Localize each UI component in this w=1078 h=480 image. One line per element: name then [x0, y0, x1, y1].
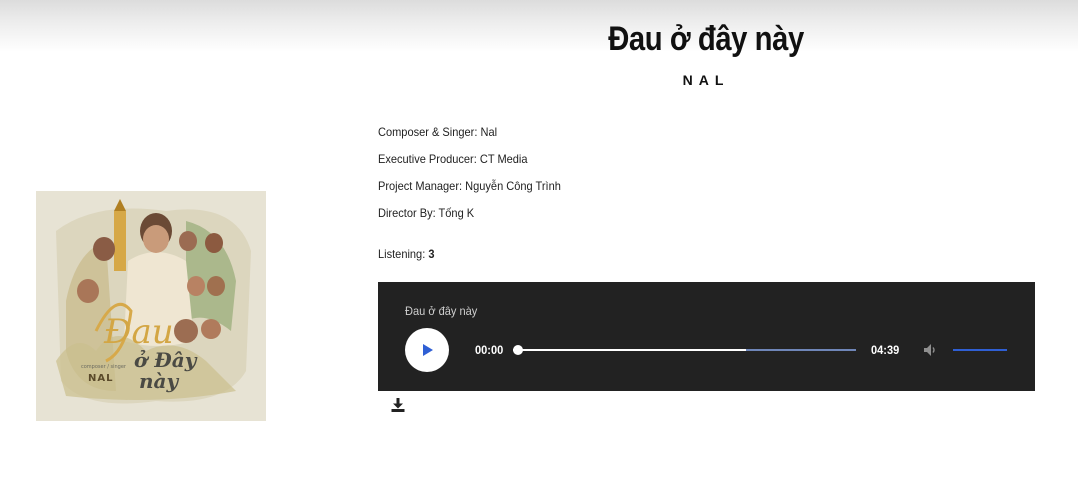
play-button[interactable] — [405, 328, 449, 372]
song-info: Composer & Singer: Nal Executive Produce… — [378, 124, 577, 232]
artist-name: NAL — [682, 72, 730, 88]
play-icon — [423, 344, 433, 356]
info-composer: Composer & Singer: Nal — [378, 124, 561, 151]
duration-time: 04:39 — [871, 343, 900, 357]
info-producer-label: Executive Producer: — [378, 152, 477, 166]
info-project-manager-value: Nguyễn Công Trình — [465, 179, 561, 193]
info-producer-value: CT Media — [479, 152, 528, 166]
info-director: Director By: Tống K — [378, 205, 561, 232]
seek-buffered — [746, 349, 856, 351]
listening-count: Listening: 3 — [378, 247, 434, 261]
download-icon — [391, 398, 405, 412]
seek-handle[interactable] — [513, 345, 523, 355]
info-project-manager-label: Project Manager: — [378, 179, 463, 193]
info-composer-value: Nal — [480, 125, 498, 139]
cover-credit: composer / singer — [81, 364, 127, 370]
info-composer-label: Composer & Singer: — [378, 125, 478, 139]
download-button[interactable] — [390, 397, 406, 413]
song-title: Đau ở đây này — [608, 20, 804, 58]
player-track-title: Đau ở đây này — [405, 304, 478, 318]
info-director-label: Director By: — [378, 206, 436, 220]
volume-level — [953, 349, 1007, 351]
info-project-manager: Project Manager: Nguyễn Công Trình — [378, 178, 561, 205]
speaker-icon — [924, 344, 935, 356]
album-cover: Đau ở Đây này composer / singer NAL — [36, 191, 266, 421]
audio-player: Đau ở đây này 00:00 04:39 — [378, 282, 1035, 391]
current-time: 00:00 — [475, 343, 504, 357]
album-cover-art: Đau ở Đây này composer / singer NAL — [36, 191, 266, 421]
info-director-value: Tống K — [438, 206, 475, 220]
seek-bar[interactable] — [513, 345, 856, 355]
listening-value: 3 — [428, 247, 435, 261]
info-producer: Executive Producer: CT Media — [378, 151, 561, 178]
cover-title-line3: này — [139, 369, 180, 393]
cover-artist: NAL — [88, 373, 113, 384]
volume-slider[interactable] — [953, 345, 1007, 355]
cover-title-line1: Đau — [103, 312, 174, 352]
mute-button[interactable] — [922, 341, 940, 359]
listening-label: Listening: — [378, 247, 426, 261]
